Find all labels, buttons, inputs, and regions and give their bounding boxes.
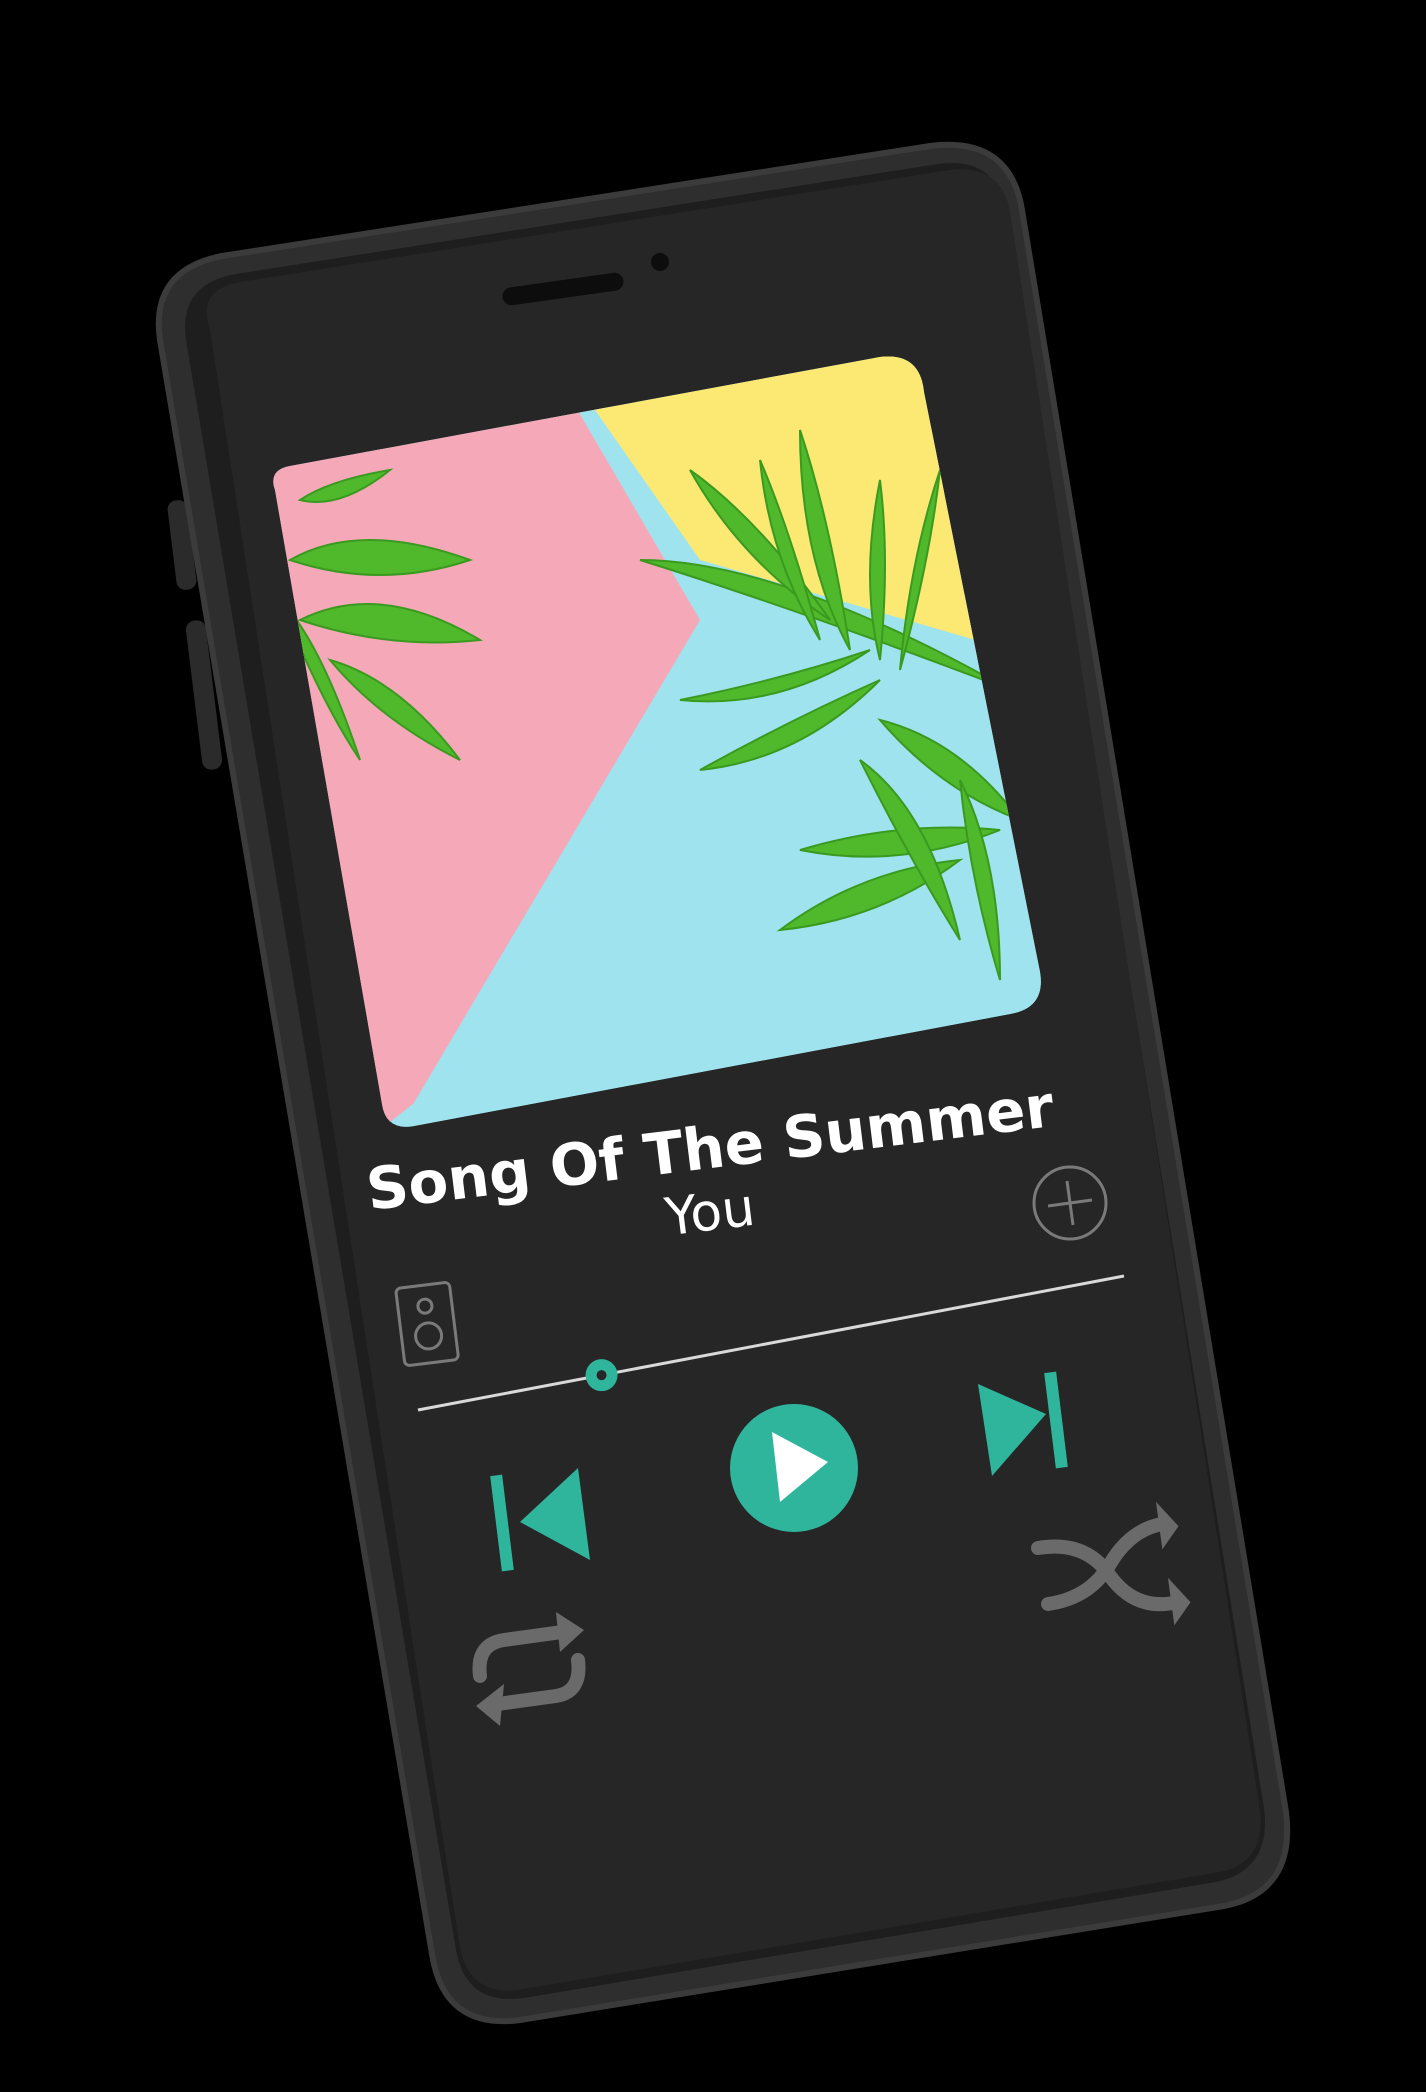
now-playing-text: Song Of The Summer You [0,0,1426,2092]
phone-mockup: Song Of The Summer You [0,0,1426,2092]
